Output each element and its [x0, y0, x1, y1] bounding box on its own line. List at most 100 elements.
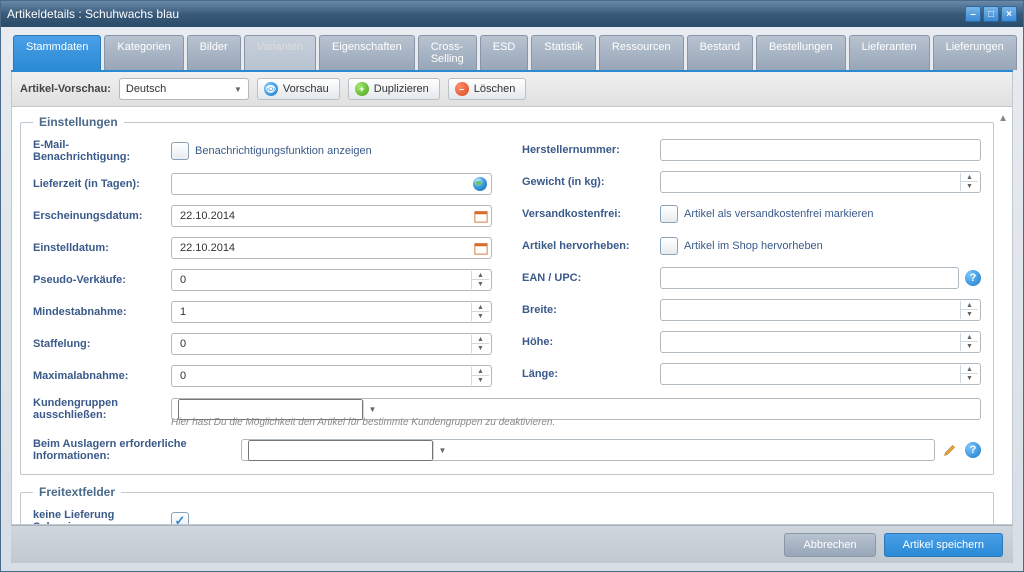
- spinner-down-icon[interactable]: ▼: [471, 344, 489, 353]
- article-detail-window: Artikeldetails : Schuhwachs blau – □ × S…: [0, 0, 1024, 572]
- manufacturer-no-label: Herstellernummer:: [522, 144, 652, 156]
- free-shipping-checkbox[interactable]: [660, 205, 678, 223]
- tab-bar: Stammdaten Kategorien Bilder Varianten E…: [11, 35, 1013, 72]
- spinner-down-icon[interactable]: ▼: [471, 312, 489, 321]
- pencil-icon[interactable]: [943, 443, 957, 457]
- release-date-input[interactable]: [171, 205, 492, 227]
- tab-eigenschaften[interactable]: Eigenschaften: [319, 35, 415, 70]
- max-purchase-input[interactable]: ▲▼: [171, 365, 492, 387]
- min-purchase-label: Mindestabnahme:: [33, 306, 163, 318]
- max-purchase-label: Maximalabnahme:: [33, 370, 163, 382]
- chevron-down-icon[interactable]: ▼: [433, 441, 451, 459]
- language-select[interactable]: Deutsch ▼: [119, 78, 249, 100]
- tab-esd[interactable]: ESD: [480, 35, 529, 70]
- no-delivery-ch-checkbox[interactable]: [171, 512, 189, 525]
- weight-input[interactable]: ▲▼: [660, 171, 981, 193]
- tab-bestellungen[interactable]: Bestellungen: [756, 35, 846, 70]
- minus-icon: –: [455, 82, 469, 96]
- tab-ressourcen[interactable]: Ressourcen: [599, 35, 684, 70]
- spinner-up-icon[interactable]: ▲: [960, 301, 978, 310]
- pseudo-sales-input[interactable]: ▲▼: [171, 269, 492, 291]
- min-purchase-input[interactable]: ▲▼: [171, 301, 492, 323]
- language-value: Deutsch: [126, 83, 166, 95]
- email-notify-checkbox[interactable]: [171, 142, 189, 160]
- content-area: Stammdaten Kategorien Bilder Varianten E…: [1, 27, 1023, 571]
- exclude-groups-label: Kundengruppen ausschließen:: [33, 397, 163, 421]
- width-label: Breite:: [522, 304, 652, 316]
- minimize-button[interactable]: –: [965, 6, 981, 22]
- ean-label: EAN / UPC:: [522, 272, 652, 284]
- save-button[interactable]: Artikel speichern: [884, 533, 1003, 557]
- width-input[interactable]: ▲▼: [660, 299, 981, 321]
- tab-stammdaten[interactable]: Stammdaten: [13, 35, 101, 70]
- delivery-time-input[interactable]: [171, 173, 492, 195]
- freetext-fieldset: Freitextfelder keine Lieferung Schweiz: …: [20, 485, 994, 525]
- footer-bar: Abbrechen Artikel speichern: [11, 525, 1013, 563]
- scroll-up-icon[interactable]: ▲: [998, 113, 1008, 124]
- spinner-up-icon[interactable]: ▲: [471, 367, 489, 376]
- cancel-button[interactable]: Abbrechen: [784, 533, 875, 557]
- preview-button[interactable]: 👁 Vorschau: [257, 78, 340, 100]
- tab-lieferungen[interactable]: Lieferungen: [933, 35, 1017, 70]
- calendar-icon[interactable]: [473, 240, 489, 256]
- chevron-down-icon: ▼: [234, 85, 242, 94]
- chevron-down-icon[interactable]: ▼: [363, 400, 381, 418]
- no-delivery-ch-label: keine Lieferung Schweiz:: [33, 509, 163, 525]
- pseudo-sales-label: Pseudo-Verkäufe:: [33, 274, 163, 286]
- highlight-checkbox[interactable]: [660, 237, 678, 255]
- globe-icon[interactable]: [471, 175, 489, 193]
- manufacturer-no-input[interactable]: [660, 139, 981, 161]
- delete-button[interactable]: – Löschen: [448, 78, 527, 100]
- highlight-label: Artikel hervorheben:: [522, 240, 652, 252]
- highlight-desc: Artikel im Shop hervorheben: [684, 240, 823, 252]
- delivery-time-label: Lieferzeit (in Tagen):: [33, 178, 163, 190]
- email-notify-label: E-Mail-Benachrichtigung:: [33, 139, 163, 163]
- height-input[interactable]: ▲▼: [660, 331, 981, 353]
- spinner-down-icon[interactable]: ▼: [960, 310, 978, 319]
- tab-statistik[interactable]: Statistik: [531, 35, 596, 70]
- outsource-info-label: Beim Auslagern erforderliche Information…: [33, 438, 233, 462]
- window-title: Artikeldetails : Schuhwachs blau: [7, 7, 179, 21]
- duplicate-button[interactable]: + Duplizieren: [348, 78, 440, 100]
- tab-lieferanten[interactable]: Lieferanten: [849, 35, 930, 70]
- maximize-button[interactable]: □: [983, 6, 999, 22]
- calendar-icon[interactable]: [473, 208, 489, 224]
- free-shipping-desc: Artikel als versandkostenfrei markieren: [684, 208, 874, 220]
- titlebar[interactable]: Artikeldetails : Schuhwachs blau – □ ×: [1, 1, 1023, 27]
- free-shipping-label: Versandkostenfrei:: [522, 208, 652, 220]
- creation-date-label: Einstelldatum:: [33, 242, 163, 254]
- ean-input[interactable]: [660, 267, 959, 289]
- tab-bestand[interactable]: Bestand: [687, 35, 753, 70]
- tab-bilder[interactable]: Bilder: [187, 35, 241, 70]
- length-input[interactable]: ▲▼: [660, 363, 981, 385]
- creation-date-input[interactable]: [171, 237, 492, 259]
- spinner-up-icon[interactable]: ▲: [471, 335, 489, 344]
- settings-legend: Einstellungen: [33, 115, 124, 129]
- spinner-down-icon[interactable]: ▼: [960, 342, 978, 351]
- spinner-up-icon[interactable]: ▲: [960, 173, 978, 182]
- eye-icon: 👁: [264, 82, 278, 96]
- tab-kategorien[interactable]: Kategorien: [104, 35, 183, 70]
- weight-label: Gewicht (in kg):: [522, 176, 652, 188]
- help-icon[interactable]: ?: [965, 270, 981, 286]
- grading-input[interactable]: ▲▼: [171, 333, 492, 355]
- help-icon[interactable]: ?: [965, 442, 981, 458]
- preview-label: Artikel-Vorschau:: [20, 83, 111, 95]
- spinner-down-icon[interactable]: ▼: [960, 182, 978, 191]
- spinner-down-icon[interactable]: ▼: [471, 280, 489, 289]
- form-scroll-area[interactable]: ▲ Einstellungen E-Mail-Benachrichtigung:…: [11, 107, 1013, 525]
- spinner-up-icon[interactable]: ▲: [471, 271, 489, 280]
- tab-cross-selling[interactable]: Cross-Selling: [418, 35, 477, 70]
- spinner-down-icon[interactable]: ▼: [960, 374, 978, 383]
- spinner-up-icon[interactable]: ▲: [471, 303, 489, 312]
- grading-label: Staffelung:: [33, 338, 163, 350]
- spinner-up-icon[interactable]: ▲: [960, 333, 978, 342]
- release-date-label: Erscheinungsdatum:: [33, 210, 163, 222]
- plus-icon: +: [355, 82, 369, 96]
- email-notify-desc: Benachrichtigungsfunktion anzeigen: [195, 145, 372, 157]
- height-label: Höhe:: [522, 336, 652, 348]
- spinner-down-icon[interactable]: ▼: [471, 376, 489, 385]
- spinner-up-icon[interactable]: ▲: [960, 365, 978, 374]
- outsource-info-combo[interactable]: ▼: [241, 439, 935, 461]
- close-button[interactable]: ×: [1001, 6, 1017, 22]
